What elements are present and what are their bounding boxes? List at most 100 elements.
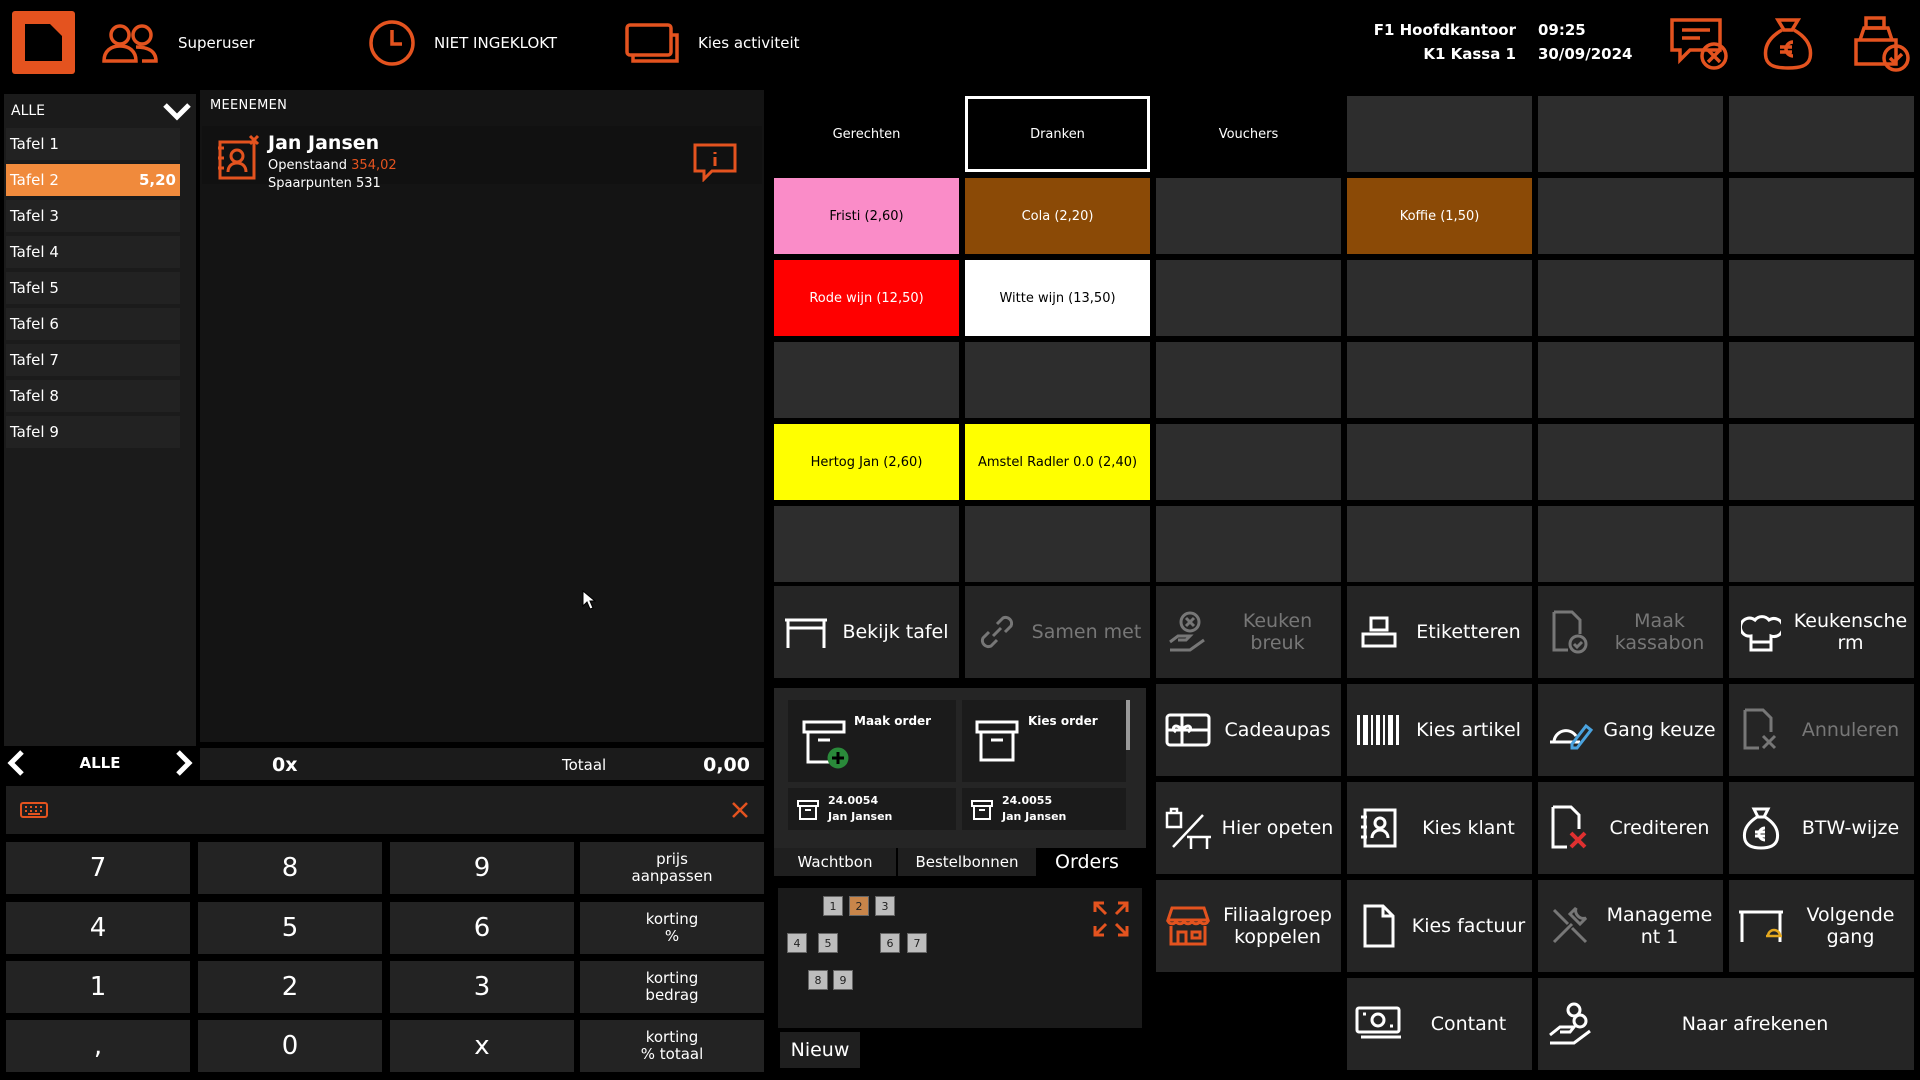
tab-bestelbonnen[interactable]: Bestelbonnen bbox=[898, 848, 1036, 876]
kitchen-screen-button[interactable]: Keukensche rm bbox=[1729, 586, 1914, 678]
orders-scrollbar[interactable] bbox=[1126, 700, 1130, 750]
category-gerechten[interactable]: Gerechten bbox=[774, 96, 959, 172]
points-value: 531 bbox=[356, 176, 381, 191]
floor-table-occupied[interactable]: 2 bbox=[849, 896, 869, 916]
key-5[interactable]: 5 bbox=[198, 902, 382, 954]
credit-button[interactable]: Crediteren bbox=[1538, 782, 1723, 874]
cash-drawer-button[interactable] bbox=[1758, 14, 1818, 74]
category-vouchers[interactable]: Vouchers bbox=[1156, 96, 1341, 172]
view-table-button[interactable]: Bekijk tafel bbox=[774, 586, 959, 678]
cancel-button[interactable]: Annuleren bbox=[1729, 684, 1914, 776]
key-6[interactable]: 6 bbox=[390, 902, 574, 954]
table-item[interactable]: Tafel 5 bbox=[6, 272, 180, 304]
choose-customer-button[interactable]: Kies klant bbox=[1347, 782, 1532, 874]
floor-table[interactable]: 4 bbox=[787, 933, 807, 953]
table-item[interactable]: Tafel 1 bbox=[6, 128, 180, 160]
clear-icon[interactable] bbox=[730, 800, 750, 820]
key-comma[interactable]: , bbox=[6, 1020, 190, 1072]
table-item[interactable]: Tafel 3 bbox=[6, 200, 180, 232]
merge-with-button[interactable]: Samen met bbox=[965, 586, 1150, 678]
floor-table[interactable]: 7 bbox=[907, 933, 927, 953]
table-item[interactable]: Tafel 7 bbox=[6, 344, 180, 376]
info-message-icon[interactable] bbox=[692, 142, 738, 182]
user-menu[interactable]: Superuser bbox=[100, 18, 255, 68]
labels-button[interactable]: Etiketteren bbox=[1347, 586, 1532, 678]
kitchen-break-button[interactable]: Keuken breuk bbox=[1156, 586, 1341, 678]
clock-in-button[interactable]: NIET INGEKLOKT bbox=[366, 18, 557, 68]
key-8[interactable]: 8 bbox=[198, 842, 382, 894]
eat-here-button[interactable]: Hier opeten bbox=[1156, 782, 1341, 874]
chevron-left-icon[interactable] bbox=[4, 748, 28, 778]
floor-table[interactable]: 5 bbox=[818, 933, 838, 953]
price-adjust-button[interactable]: prijs aanpassen bbox=[580, 842, 764, 894]
amount-input[interactable] bbox=[6, 786, 764, 834]
floor-table[interactable]: 9 bbox=[833, 970, 853, 990]
floor-table[interactable]: 3 bbox=[875, 896, 895, 916]
table-item[interactable]: Tafel 4 bbox=[6, 236, 180, 268]
tab-wachtbon[interactable]: Wachtbon bbox=[774, 848, 896, 876]
management-button[interactable]: Manageme nt 1 bbox=[1538, 880, 1723, 972]
order-card[interactable]: 24.0055 Jan Jansen bbox=[962, 788, 1126, 830]
table-filter[interactable]: ALLE bbox=[4, 94, 196, 128]
cash-payment-button[interactable]: Contant bbox=[1347, 978, 1532, 1070]
discount-total-percent-button[interactable]: korting % totaal bbox=[580, 1020, 764, 1072]
keyboard-icon[interactable] bbox=[20, 802, 48, 818]
product-amstel-radler[interactable]: Amstel Radler 0.0 (2,40) bbox=[965, 424, 1150, 500]
key-9[interactable]: 9 bbox=[390, 842, 574, 894]
table-item[interactable]: Tafel 8 bbox=[6, 380, 180, 412]
make-order-button[interactable]: Maak order bbox=[788, 700, 956, 782]
make-receipt-button[interactable]: Maak kassabon bbox=[1538, 586, 1723, 678]
choose-order-label: Kies order bbox=[1028, 714, 1098, 728]
grid-cell-empty bbox=[965, 506, 1150, 582]
key-4[interactable]: 4 bbox=[6, 902, 190, 954]
choose-article-button[interactable]: Kies artikel bbox=[1347, 684, 1532, 776]
table-item-selected[interactable]: Tafel 2 5,20 bbox=[6, 164, 180, 196]
floor-table[interactable]: 6 bbox=[880, 933, 900, 953]
message-cancel-button[interactable] bbox=[1668, 14, 1728, 74]
category-dranken[interactable]: Dranken bbox=[965, 96, 1150, 172]
checkout-button[interactable]: Naar afrekenen bbox=[1538, 978, 1914, 1070]
total-value: 0,00 bbox=[703, 754, 750, 776]
product-fristi[interactable]: Fristi (2,60) bbox=[774, 178, 959, 254]
vat-mode-button[interactable]: BTW-wijze bbox=[1729, 782, 1914, 874]
product-cola[interactable]: Cola (2,20) bbox=[965, 178, 1150, 254]
key-1[interactable]: 1 bbox=[6, 961, 190, 1013]
user-group-icon bbox=[102, 24, 158, 63]
product-rode-wijn[interactable]: Rode wijn (12,50) bbox=[774, 260, 959, 336]
total-label: Totaal bbox=[562, 756, 607, 774]
branch-group-link-button[interactable]: Filiaalgroep koppelen bbox=[1156, 880, 1341, 972]
key-7[interactable]: 7 bbox=[6, 842, 190, 894]
gift-card-button[interactable]: Cadeaupas bbox=[1156, 684, 1341, 776]
table-item[interactable]: Tafel 9 bbox=[6, 416, 180, 448]
course-choice-button[interactable]: Gang keuze bbox=[1538, 684, 1723, 776]
order-card[interactable]: 24.0054 Jan Jansen bbox=[788, 788, 956, 830]
key-multiply[interactable]: x bbox=[390, 1020, 574, 1072]
labels-label: Etiketteren bbox=[1416, 621, 1521, 643]
new-order-button[interactable]: Nieuw bbox=[780, 1032, 860, 1068]
table-icon bbox=[785, 618, 827, 648]
activity-button[interactable]: Kies activiteit bbox=[624, 18, 800, 68]
floor-table[interactable]: 1 bbox=[823, 896, 843, 916]
table-item[interactable]: Tafel 6 bbox=[6, 308, 180, 340]
key-3[interactable]: 3 bbox=[390, 961, 574, 1013]
grid-cell-empty bbox=[1538, 424, 1723, 500]
product-hertog-jan[interactable]: Hertog Jan (2,60) bbox=[774, 424, 959, 500]
key-0[interactable]: 0 bbox=[198, 1020, 382, 1072]
register-close-button[interactable] bbox=[1850, 14, 1910, 74]
product-koffie[interactable]: Koffie (1,50) bbox=[1347, 178, 1532, 254]
view-table-label: Bekijk tafel bbox=[842, 621, 949, 643]
choose-invoice-button[interactable]: Kies factuur bbox=[1347, 880, 1532, 972]
product-witte-wijn[interactable]: Witte wijn (13,50) bbox=[965, 260, 1150, 336]
next-course-button[interactable]: Volgende gang bbox=[1729, 880, 1914, 972]
discount-amount-button[interactable]: korting bedrag bbox=[580, 961, 764, 1013]
floor-table[interactable]: 8 bbox=[808, 970, 828, 990]
customer-name: Jan Jansen bbox=[268, 132, 380, 154]
discount-percent-button[interactable]: korting % bbox=[580, 902, 764, 954]
key-2[interactable]: 2 bbox=[198, 961, 382, 1013]
table-list: ALLE Tafel 1 Tafel 2 5,20 Tafel 3 Tafel 4… bbox=[4, 94, 196, 746]
tab-orders[interactable]: Orders bbox=[1038, 848, 1136, 876]
expand-icon[interactable] bbox=[1092, 900, 1130, 938]
table-label: Tafel 7 bbox=[10, 351, 59, 369]
choose-order-button[interactable]: Kies order bbox=[962, 700, 1126, 782]
chevron-right-icon[interactable] bbox=[172, 748, 196, 778]
